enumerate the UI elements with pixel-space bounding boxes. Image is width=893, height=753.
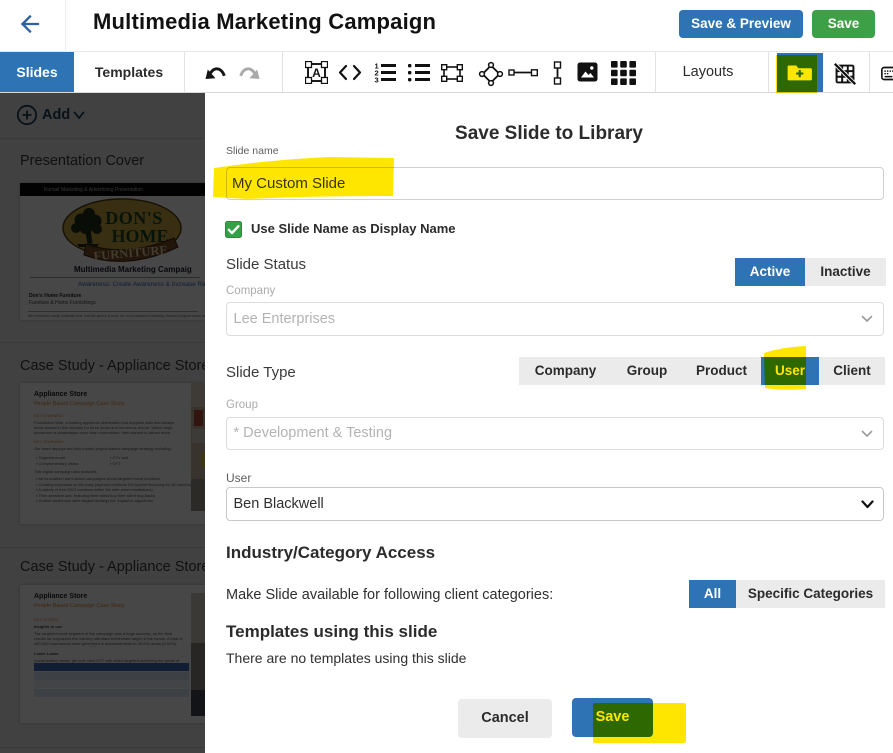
svg-text:3: 3	[375, 76, 379, 84]
svg-text:A: A	[312, 66, 321, 80]
